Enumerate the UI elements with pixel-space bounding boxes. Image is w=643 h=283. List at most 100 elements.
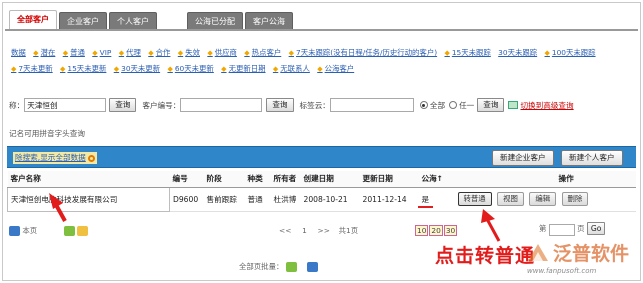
column-header-created[interactable]: 创建日期	[300, 171, 360, 188]
column-header-code[interactable]: 编号	[169, 171, 204, 188]
bullet-icon: ◆	[544, 49, 550, 57]
bullet-icon: ◆	[11, 65, 17, 73]
filter-link[interactable]: ◆ 60天未更新	[167, 64, 213, 73]
filter-link[interactable]: 数据	[11, 48, 26, 57]
advanced-search-link[interactable]: 切换到高级查询	[520, 100, 573, 111]
watermark-brand: 泛普软件	[553, 243, 630, 265]
filter-link[interactable]: ◆ 潜在	[33, 48, 55, 57]
bullet-icon: ◆	[62, 49, 69, 57]
watermark: 泛普软件 www.fanpusoft.com	[519, 235, 643, 283]
checkbox-icon[interactable]	[9, 226, 20, 236]
filter-link[interactable]: ◆ 供应商	[207, 48, 237, 57]
filter-link[interactable]: ◆ 15天未更新	[60, 64, 106, 73]
bullet-icon: ◆	[221, 65, 227, 73]
list-toolbar: 除搜索,显示全部数据 新建企业客户 新建个人客户	[7, 146, 636, 168]
match-all-label: 全部	[429, 100, 446, 110]
bullet-icon: ◆	[60, 65, 66, 73]
column-header-public[interactable]: 公海↑	[418, 171, 455, 188]
page-size-10[interactable]: 10	[415, 225, 429, 236]
name-search-button[interactable]: 查询	[109, 98, 137, 112]
match-all-radio[interactable]	[419, 101, 428, 109]
filter-link[interactable]: ◆ 7天未跟踪(没有日程/任务/历史行动的客户)	[289, 48, 437, 57]
customer-panel: 全部客户 企业客户 个人客户 公海已分配 客户公海 数据 ◆ 潜在 ◆ 普通 ◆ VI…	[2, 2, 641, 281]
switch-icon	[508, 101, 519, 109]
filter-link[interactable]: ◆ 合作	[148, 48, 170, 57]
all-pages-batch-label: 全部页批量：	[239, 262, 284, 271]
table-row: 天津恒创电脑科技发展有限公司 D9600 售前跟踪 普通 杜洪博 2008-10…	[7, 186, 636, 212]
filter-link[interactable]: ◆ 30天未更新	[114, 64, 160, 73]
column-header-name[interactable]: 客户名称	[7, 171, 170, 188]
tab-company-customers[interactable]: 企业客户	[59, 12, 107, 29]
filter-link[interactable]: ◆ 代理	[119, 48, 141, 57]
bullet-icon: ◆	[113, 65, 120, 73]
pinyin-hint: 记名可用拼音字头查询	[9, 129, 85, 138]
bullet-icon: ◆	[118, 49, 125, 57]
page-size-30[interactable]: 30	[443, 225, 458, 236]
filter-link[interactable]: ◆ 热点客户	[244, 48, 281, 57]
customer-code-cell: D9600	[169, 187, 204, 212]
code-search-button[interactable]: 查询	[266, 98, 294, 112]
tab-public-pool[interactable]: 客户公海	[245, 12, 293, 29]
match-any-radio[interactable]	[449, 101, 458, 109]
convert-to-normal-button[interactable]: 转普通	[457, 192, 492, 206]
bullet-icon: ◆	[33, 49, 39, 57]
column-header-actions: 操作	[454, 171, 636, 188]
customer-code-input[interactable]	[180, 98, 263, 112]
all-batch-add-icon[interactable]	[285, 262, 297, 272]
filter-link[interactable]: ◆ 无更新日期	[221, 64, 265, 73]
table-header-row: 客户名称 编号 阶段 种类 所有者 创建日期 更新日期 公海↑ 操作	[7, 171, 636, 188]
goto-suffix: 页	[577, 224, 585, 233]
filter-link[interactable]: ◆ 100天未跟踪	[545, 48, 596, 57]
tab-public-assigned[interactable]: 公海已分配	[187, 12, 243, 29]
updated-date-cell: 2011-12-14	[359, 187, 419, 212]
column-header-updated[interactable]: 更新日期	[359, 171, 419, 188]
page-batch-tools: 本页	[9, 225, 89, 236]
customer-name-cell[interactable]: 天津恒创电脑科技发展有限公司	[7, 186, 170, 212]
filter-link[interactable]: ◆ 普通	[63, 48, 85, 57]
tag-search-button[interactable]: 查询	[477, 98, 505, 112]
bullet-icon: ◆	[167, 65, 173, 73]
new-company-customer-button[interactable]: 新建企业客户	[492, 150, 554, 166]
bullet-icon: ◆	[177, 49, 184, 57]
goto-prefix: 第	[539, 224, 547, 233]
filter-link[interactable]: ◆ 无联系人	[273, 64, 310, 73]
search-bar: 称： 查询 客户编号： 查询 标签云： 全部 任一 查询 切换到高级查询	[9, 97, 574, 113]
all-batch-export-icon[interactable]	[307, 262, 319, 272]
tab-personal-customers[interactable]: 个人客户	[109, 12, 157, 29]
tab-all-customers[interactable]: 全部客户	[9, 10, 57, 29]
page-size-20[interactable]: 20	[429, 225, 443, 236]
batch-add-icon[interactable]	[63, 226, 75, 236]
clear-search-link[interactable]: 除搜索,显示全部数据	[13, 152, 97, 164]
goto-button[interactable]: Go	[586, 222, 606, 235]
delete-button[interactable]: 删除	[561, 192, 589, 206]
goto-page-input[interactable]	[548, 223, 575, 236]
bullet-icon: ◆	[444, 49, 450, 57]
batch-folder-icon[interactable]	[77, 226, 89, 236]
filter-link[interactable]: ◆ 公海客户	[317, 64, 354, 73]
tab-divider	[5, 29, 638, 31]
filter-link[interactable]: ◆ 15天未跟踪	[444, 48, 490, 57]
bullet-icon: ◆	[92, 49, 98, 57]
view-button[interactable]: 视图	[497, 192, 524, 206]
edit-button[interactable]: 编辑	[529, 192, 557, 206]
tag-label: 标签云：	[299, 100, 330, 110]
match-any-label: 任一	[459, 100, 475, 110]
bullet-icon: ◆	[148, 49, 154, 57]
filter-link[interactable]: ◆ 7天未更新	[11, 64, 53, 73]
name-label: 称：	[9, 100, 25, 110]
bullet-icon: ◆	[207, 49, 213, 57]
new-person-customer-button[interactable]: 新建个人客户	[561, 150, 623, 166]
all-pages-batch: 全部页批量：	[239, 261, 319, 272]
filter-link[interactable]: ◆ VIP	[92, 48, 111, 57]
column-header-kind[interactable]: 种类	[244, 171, 271, 188]
filter-link[interactable]: ◆ 失效	[178, 48, 200, 57]
goto-page: 第 页 Go	[539, 222, 606, 236]
customer-name-input[interactable]	[24, 98, 107, 112]
column-header-owner[interactable]: 所有者	[270, 171, 301, 188]
filter-link[interactable]: 30天未跟踪	[498, 48, 537, 57]
next-page-link[interactable]: >>	[318, 226, 330, 235]
tag-input[interactable]	[329, 98, 414, 112]
prev-page-link[interactable]: <<	[279, 226, 291, 235]
column-header-stage[interactable]: 阶段	[203, 171, 245, 188]
pagination: << 1 >> 共1页	[279, 225, 358, 236]
